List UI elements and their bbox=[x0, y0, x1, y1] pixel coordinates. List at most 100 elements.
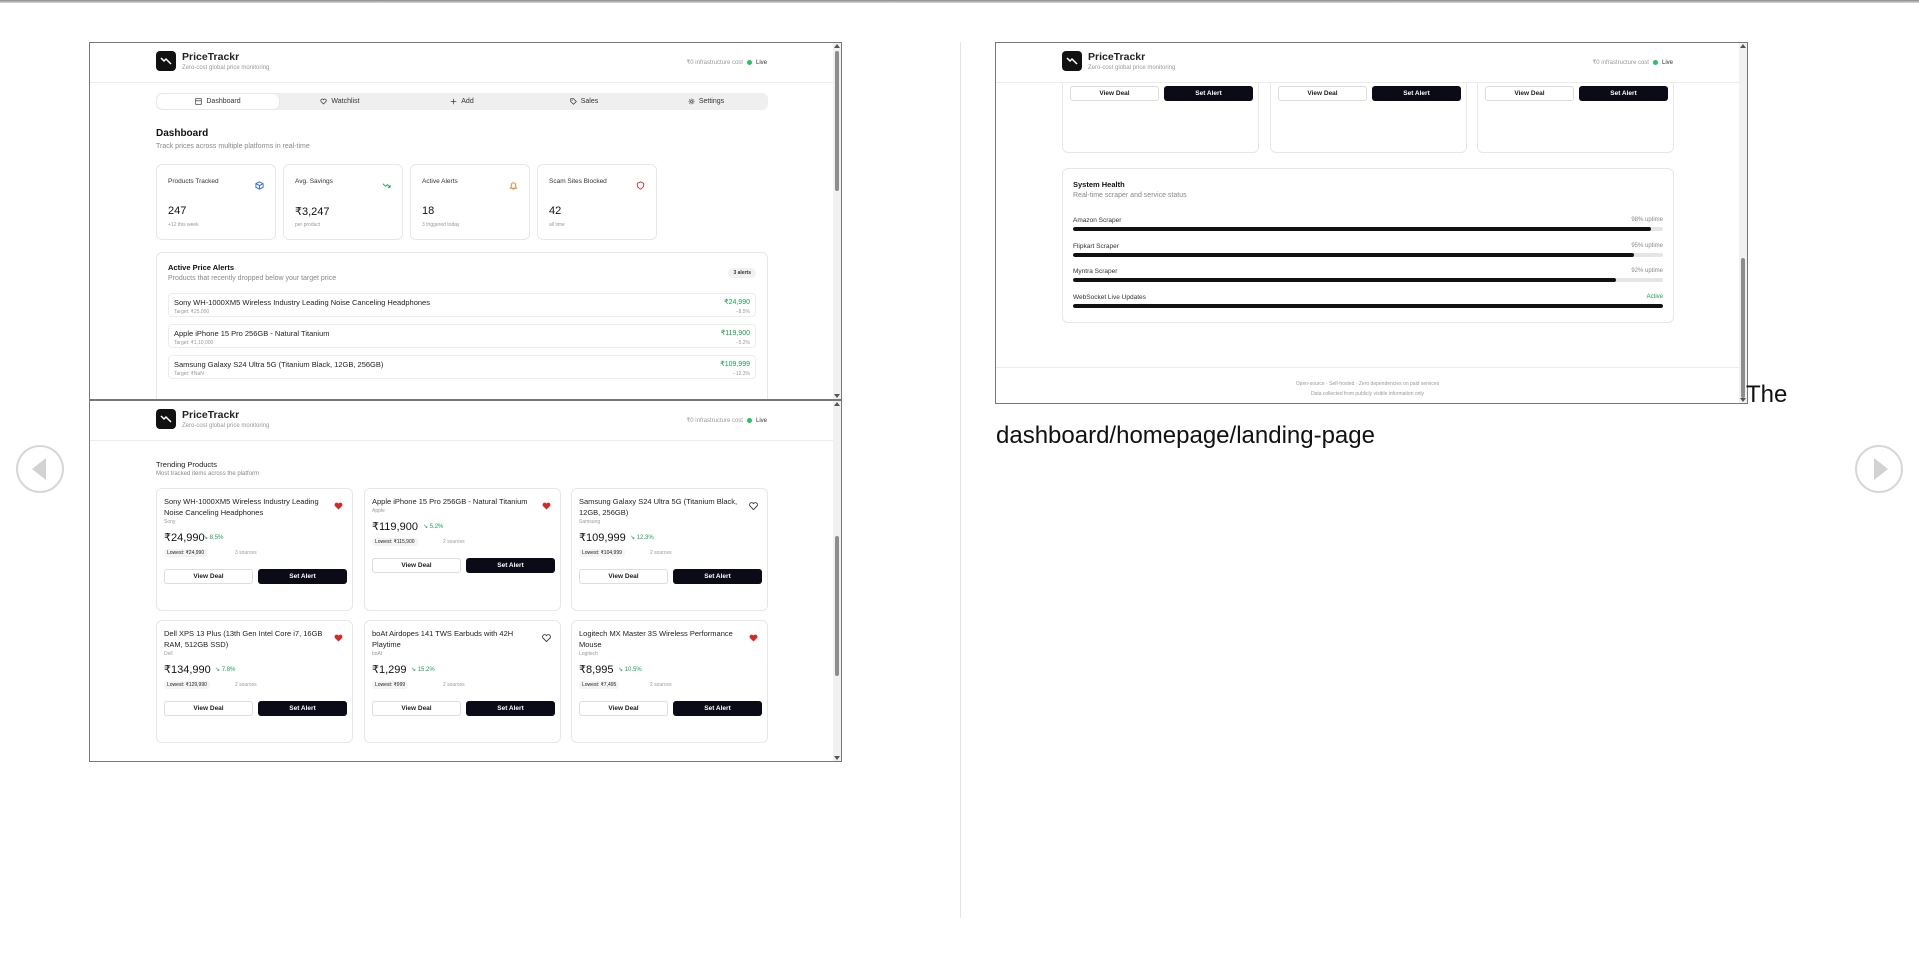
tab-dashboard[interactable]: Dashboard bbox=[157, 94, 279, 109]
tab-bar: Dashboard Watchlist Add Sales Settings bbox=[156, 93, 768, 110]
set-alert-button[interactable]: Set Alert bbox=[258, 569, 347, 584]
scrollbar-thumb[interactable] bbox=[835, 51, 839, 191]
set-alert-button[interactable]: Set Alert bbox=[258, 701, 347, 716]
next-arrow-button[interactable] bbox=[1855, 445, 1903, 493]
tab-settings[interactable]: Settings bbox=[645, 94, 767, 109]
tab-watchlist[interactable]: Watchlist bbox=[279, 94, 401, 109]
view-deal-button[interactable]: View Deal bbox=[1278, 86, 1367, 101]
lowest-price-badge: Lowest: ₹999 bbox=[372, 681, 409, 689]
set-alert-button[interactable]: Set Alert bbox=[466, 558, 555, 573]
footer-divider bbox=[996, 367, 1739, 368]
tab-label: Dashboard bbox=[206, 98, 241, 105]
app-logo-icon[interactable] bbox=[156, 51, 176, 71]
uptime-bar bbox=[1073, 252, 1663, 257]
alert-row[interactable]: Apple iPhone 15 Pro 256GB - Natural Tita… bbox=[168, 324, 756, 348]
scroll-up-icon[interactable] bbox=[834, 402, 840, 406]
app-tagline: Zero-cost global price monitoring bbox=[182, 65, 270, 71]
view-deal-button[interactable]: View Deal bbox=[579, 701, 668, 716]
live-label: Live bbox=[755, 59, 767, 66]
alert-row[interactable]: Sony WH-1000XM5 Wireless Industry Leadin… bbox=[168, 293, 756, 317]
service-status-row: Myntra Scraper 92% uptime bbox=[1073, 268, 1663, 284]
live-dot-icon bbox=[746, 60, 752, 65]
tab-label: Sales bbox=[580, 98, 599, 105]
product-card: Samsung Galaxy S24 Ultra 5G (Titanium Bl… bbox=[571, 488, 768, 611]
uptime-bar bbox=[1073, 278, 1663, 282]
caption-lead: The bbox=[1746, 381, 1788, 408]
heart-filled-icon[interactable] bbox=[749, 629, 758, 647]
tab-add[interactable]: Add bbox=[401, 94, 523, 109]
product-name: Dell XPS 13 Plus (13th Gen Intel Core i7… bbox=[164, 629, 323, 649]
set-alert-button[interactable]: Set Alert bbox=[1372, 86, 1461, 101]
scrollbar-thumb[interactable] bbox=[1741, 258, 1745, 398]
alert-change: −5.2% bbox=[735, 340, 750, 346]
alert-product-name: Samsung Galaxy S24 Ultra 5G (Titanium Bl… bbox=[174, 360, 384, 369]
infra-status: ₹0 infrastructure cost Live bbox=[686, 59, 767, 67]
uptime-bar bbox=[1073, 227, 1663, 231]
app-header: PriceTrackr Zero-cost global price monito… bbox=[90, 43, 833, 83]
view-deal-button[interactable]: View Deal bbox=[1485, 86, 1574, 101]
alert-change: −12.3% bbox=[732, 371, 750, 377]
product-trend: ↘ 10.5% bbox=[618, 667, 642, 673]
alert-change: −8.5% bbox=[735, 309, 750, 315]
scroll-up-icon[interactable] bbox=[1740, 44, 1746, 48]
trend-down-icon: ↘ bbox=[411, 667, 418, 673]
stat-note: +12 this week bbox=[168, 222, 199, 228]
alerts-count-badge: 3 alerts bbox=[728, 268, 756, 278]
view-deal-button[interactable]: View Deal bbox=[372, 701, 461, 716]
window-top-edge bbox=[0, 0, 1919, 3]
product-name: Sony WH-1000XM5 Wireless Industry Leadin… bbox=[164, 497, 319, 517]
scroll-up-icon[interactable] bbox=[834, 44, 840, 48]
footer-text: Open-source · Self-hosted · Zero depende… bbox=[996, 379, 1739, 399]
heart-filled-icon[interactable] bbox=[542, 497, 551, 515]
heart-filled-icon[interactable] bbox=[334, 629, 343, 647]
set-alert-button[interactable]: Set Alert bbox=[1164, 86, 1253, 101]
view-deal-button[interactable]: View Deal bbox=[164, 701, 253, 716]
view-deal-button[interactable]: View Deal bbox=[164, 569, 253, 584]
product-price: ₹8,995 bbox=[579, 664, 614, 676]
product-name: Logitech MX Master 3S Wireless Performan… bbox=[579, 629, 733, 649]
alert-row[interactable]: Samsung Galaxy S24 Ultra 5G (Titanium Bl… bbox=[168, 355, 756, 379]
trend-down-icon: ↘ bbox=[630, 535, 637, 541]
live-dot-icon bbox=[746, 418, 752, 423]
active-alerts-card: Active Price Alerts Products that recent… bbox=[156, 252, 768, 399]
scrollbar-thumb[interactable] bbox=[835, 536, 839, 676]
uptime-bar-fill bbox=[1073, 227, 1652, 231]
service-name: Myntra Scraper bbox=[1073, 268, 1118, 275]
product-trend: ↘ 5.2% bbox=[423, 524, 444, 530]
app-logo-icon[interactable] bbox=[156, 409, 176, 429]
set-alert-button[interactable]: Set Alert bbox=[1579, 86, 1668, 101]
scroll-down-icon[interactable] bbox=[834, 394, 840, 398]
product-name: Apple iPhone 15 Pro 256GB - Natural Tita… bbox=[372, 497, 528, 506]
sources-count: 2 sources bbox=[443, 682, 465, 688]
view-deal-button[interactable]: View Deal bbox=[372, 558, 461, 573]
scrollbar[interactable] bbox=[833, 43, 841, 399]
heart-icon[interactable] bbox=[749, 497, 758, 515]
uptime-bar-fill bbox=[1073, 303, 1663, 308]
stat-card: Products Tracked 247 +12 this week bbox=[156, 164, 276, 240]
set-alert-button[interactable]: Set Alert bbox=[466, 701, 555, 716]
previous-arrow-button[interactable] bbox=[16, 445, 64, 493]
product-trend: ↘ 12.3% bbox=[630, 535, 654, 541]
trend-down-icon: ↘ bbox=[618, 667, 625, 673]
view-deal-button[interactable]: View Deal bbox=[1070, 86, 1159, 101]
sources-count: 2 sources bbox=[650, 550, 672, 556]
scrollbar[interactable] bbox=[1739, 43, 1747, 403]
stat-card: Active Alerts 18 3 triggered today bbox=[410, 164, 530, 240]
app-logo-icon[interactable] bbox=[1062, 51, 1082, 71]
lowest-price-badge: Lowest: ₹129,990 bbox=[164, 681, 210, 689]
service-status: 98% uptime bbox=[1631, 217, 1663, 223]
tab-sales[interactable]: Sales bbox=[523, 94, 645, 109]
product-price: ₹134,990 bbox=[164, 664, 211, 676]
set-alert-button[interactable]: Set Alert bbox=[673, 569, 762, 584]
service-status-row: Amazon Scraper 98% uptime bbox=[1073, 217, 1663, 233]
stat-value: ₹3,247 bbox=[295, 206, 330, 218]
product-brand: Logitech bbox=[579, 651, 598, 657]
product-brand: Samsung bbox=[579, 519, 601, 525]
heart-icon[interactable] bbox=[542, 629, 551, 647]
product-trend: ↘ 8.5% bbox=[203, 535, 224, 541]
scrollbar[interactable] bbox=[833, 401, 841, 761]
set-alert-button[interactable]: Set Alert bbox=[673, 701, 762, 716]
view-deal-button[interactable]: View Deal bbox=[579, 569, 668, 584]
heart-filled-icon[interactable] bbox=[334, 497, 343, 515]
scroll-down-icon[interactable] bbox=[834, 756, 840, 760]
